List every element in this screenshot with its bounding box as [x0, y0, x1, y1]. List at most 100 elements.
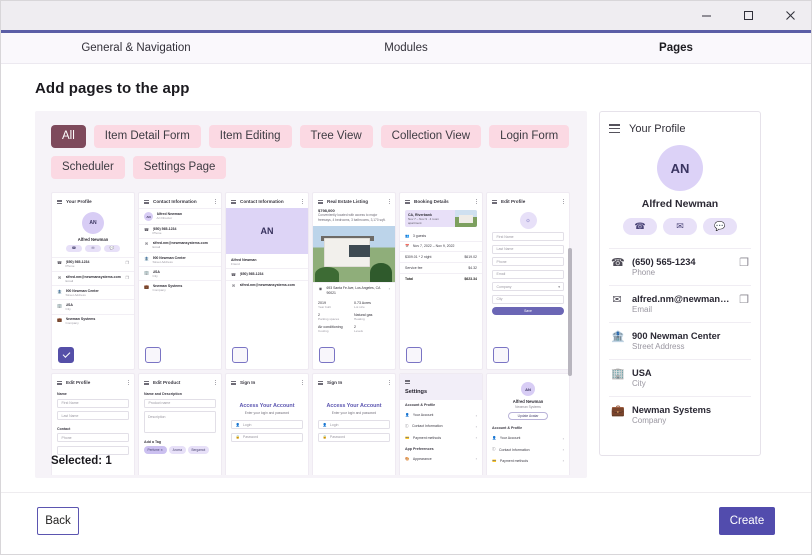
card-header: Edit Product: [139, 374, 221, 389]
tag-chip[interactable]: Aroma: [169, 446, 185, 453]
page-title: Add pages to the app: [35, 80, 777, 97]
filter-chip-all[interactable]: All: [51, 125, 86, 148]
stat-label: Levels: [354, 329, 390, 333]
save-button[interactable]: Save: [492, 307, 564, 315]
scrollbar-thumb[interactable]: [568, 248, 572, 376]
briefcase-icon: 💼: [611, 405, 623, 418]
last-name-field[interactable]: Last Name: [57, 411, 129, 420]
back-button[interactable]: Back: [37, 507, 79, 535]
filter-chip-login-form[interactable]: Login Form: [489, 125, 569, 148]
page-card-settings[interactable]: Settings Account & Profile 👤 Your Accoun…: [399, 373, 483, 475]
settings-item-payment-methods[interactable]: 💳 Payment methods ›: [487, 455, 569, 466]
settings-item-appearance[interactable]: 🎨 Appearance ›: [400, 453, 482, 464]
filter-chip-scheduler[interactable]: Scheduler: [51, 156, 125, 179]
extra-field[interactable]: [57, 446, 129, 455]
copy-icon[interactable]: ❐: [739, 257, 749, 270]
email-field[interactable]: Email: [492, 270, 564, 279]
wizard-footer: Back Create: [1, 492, 811, 554]
card-checkbox[interactable]: [406, 347, 422, 363]
tab-modules[interactable]: Modules: [271, 36, 541, 60]
settings-item-label: Your Account: [413, 413, 434, 417]
signin-subtitle: Enter your login and password: [313, 411, 395, 415]
card-checkbox[interactable]: [319, 347, 335, 363]
page-grid-scrollbar[interactable]: [568, 248, 572, 475]
stat-label: Heating: [354, 317, 390, 321]
password-field[interactable]: 🔒 Password: [231, 433, 303, 442]
page-card-edit-profile-form[interactable]: Edit Profile ☼ First Name Last Name Phon…: [486, 192, 570, 370]
card-header: Real Estate Listing: [313, 193, 395, 208]
booking-photo: [455, 210, 477, 227]
card-checkbox[interactable]: [493, 347, 509, 363]
price-row: $309.01 * 2 night $619.02: [400, 252, 482, 263]
page-card-booking-details[interactable]: Booking Details CA, Riverbank Nov 7 – No…: [399, 192, 483, 370]
page-card-your-profile[interactable]: Your Profile AN Alfred Newman ☎ ✉ 💬 ☎: [51, 192, 135, 370]
page-card-edit-product[interactable]: Edit Product Name and Description Produc…: [138, 373, 222, 475]
maximize-button[interactable]: [727, 1, 769, 30]
filter-chip-collection-view[interactable]: Collection View: [381, 125, 481, 148]
minimize-button[interactable]: [685, 1, 727, 30]
more-icon: [128, 379, 129, 386]
email-icon[interactable]: ✉: [663, 218, 697, 235]
page-card-contact-information-hero[interactable]: Contact Information AN Alfred Newman Fri…: [225, 192, 309, 370]
signin-heading: Access Your Account: [226, 403, 308, 409]
phone-field[interactable]: Phone: [492, 257, 564, 266]
create-button[interactable]: Create: [719, 507, 775, 535]
first-name-field[interactable]: First Name: [492, 232, 564, 241]
page-card-sign-in-b[interactable]: Sign In Access Your Account Enter your l…: [312, 373, 396, 475]
booking-dates: Nov 7, 2022 – Nov 9, 2022: [413, 244, 455, 248]
card-checkbox[interactable]: [232, 347, 248, 363]
settings-item-contact-information[interactable]: ⓘ Contact Information ›: [400, 421, 482, 432]
card-checkbox[interactable]: [58, 347, 74, 363]
page-card-contact-information-list[interactable]: Contact Information AN Alfred NewmanArt …: [138, 192, 222, 370]
login-field[interactable]: 👤 Login: [318, 420, 390, 429]
wizard-tabs: General & Navigation Modules Pages: [1, 33, 811, 64]
settings-item-contact-information[interactable]: ⓘ Contact Information ›: [487, 444, 569, 455]
filter-chip-item-detail-form[interactable]: Item Detail Form: [94, 125, 201, 148]
close-button[interactable]: [769, 1, 811, 30]
price-value: $4.32: [468, 266, 477, 270]
phone-icon: ☎: [66, 245, 82, 252]
phone-icon[interactable]: ☎: [623, 218, 657, 235]
password-field[interactable]: 🔒 Password: [318, 433, 390, 442]
settings-item-payment-methods[interactable]: 💳 Payment methods ›: [400, 432, 482, 443]
profile-company: Newman Systems: [487, 405, 569, 409]
filter-chip-item-editing[interactable]: Item Editing: [209, 125, 292, 148]
settings-item-your-account[interactable]: 👤 Your Account ›: [487, 432, 569, 443]
page-card-sign-in-a[interactable]: Sign In Access Your Account Enter your l…: [225, 373, 309, 475]
filter-chip-settings-page[interactable]: Settings Page: [133, 156, 227, 179]
tab-general-navigation[interactable]: General & Navigation: [1, 36, 271, 60]
hamburger-icon: [405, 199, 410, 205]
message-icon[interactable]: 💬: [703, 218, 737, 235]
card-checkbox[interactable]: [145, 347, 161, 363]
company-select[interactable]: Company ▾: [492, 282, 564, 291]
page-card-settings-profile[interactable]: AN Alfred Newman Newman Systems Update A…: [486, 373, 570, 475]
detail-row: ✉ alfred.nm@newmansystems.com: [226, 280, 308, 291]
more-icon: [389, 198, 390, 205]
page-card-scroll-area[interactable]: Your Profile AN Alfred Newman ☎ ✉ 💬 ☎: [47, 192, 575, 475]
tag-chip[interactable]: Perfume ✕: [144, 446, 167, 453]
booking-guests-row: 👥 3 guests: [400, 231, 482, 241]
product-name-field[interactable]: Product name: [144, 399, 216, 408]
last-name-field[interactable]: Last Name: [492, 245, 564, 254]
detail-label: Phone: [66, 264, 122, 268]
description-field[interactable]: Description: [144, 411, 216, 433]
avatar: AN: [226, 208, 308, 254]
email-icon: ✉: [611, 294, 623, 307]
tag-chip[interactable]: Bergamot: [188, 446, 209, 453]
phone-field[interactable]: Phone: [57, 433, 129, 442]
city-field[interactable]: City: [492, 295, 564, 304]
group-label: App Preferences: [400, 444, 482, 454]
login-field[interactable]: 👤 Login: [231, 420, 303, 429]
detail-row: ☎ (650) 565-1234Phone ❐: [52, 257, 134, 271]
filter-chip-tree-view[interactable]: Tree View: [300, 125, 373, 148]
copy-icon[interactable]: ❐: [739, 294, 749, 307]
detail-label: City: [66, 307, 130, 311]
update-avatar-button[interactable]: Update Avatar: [508, 412, 548, 420]
preview-value: Newman Systems: [632, 405, 749, 415]
first-name-field[interactable]: First Name: [57, 399, 129, 408]
preview-title: Your Profile: [629, 123, 685, 135]
page-card-real-estate-listing[interactable]: Real Estate Listing $798,000 Convenientl…: [312, 192, 396, 370]
group-label: Account & Profile: [400, 400, 482, 410]
settings-item-your-account[interactable]: 👤 Your Account ›: [400, 409, 482, 420]
tab-pages[interactable]: Pages: [541, 36, 811, 60]
